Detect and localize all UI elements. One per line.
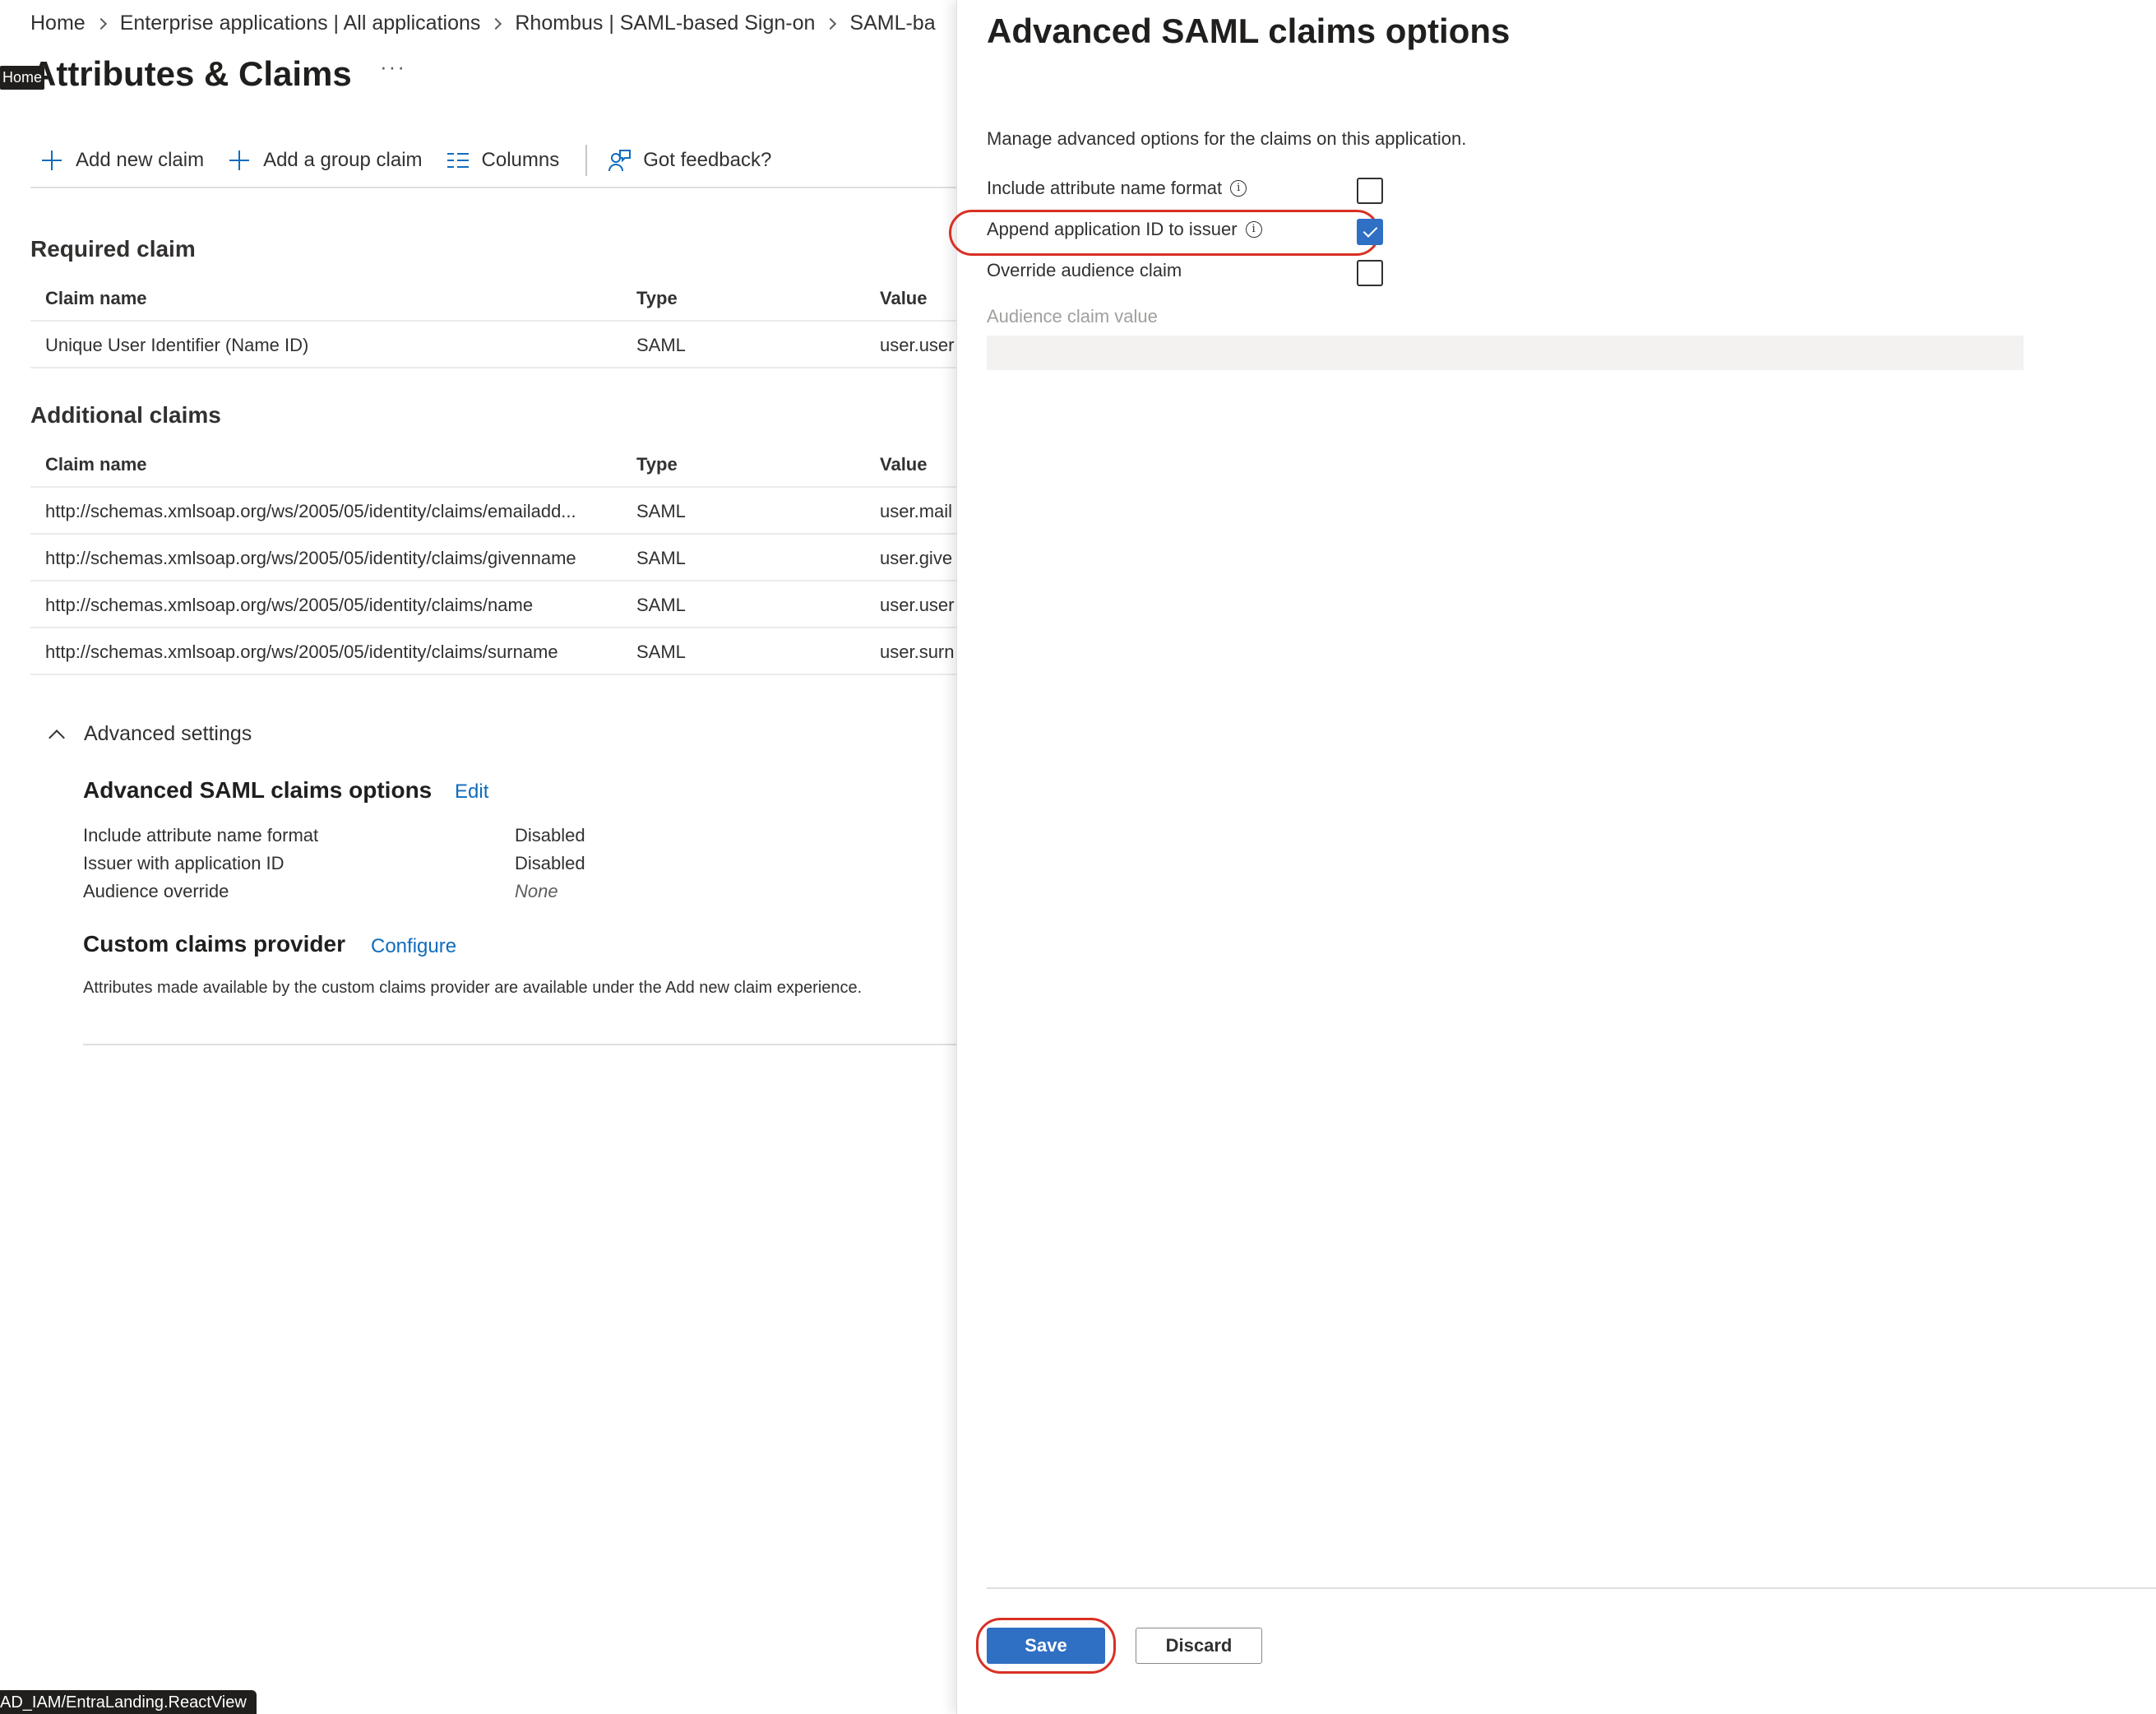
additional-claims-title: Additional claims bbox=[30, 402, 221, 428]
discard-button[interactable]: Discard bbox=[1136, 1628, 1262, 1664]
columns-label: Columns bbox=[481, 149, 560, 171]
additional-claims-table: Claim name Type Value http://schemas.xml… bbox=[30, 441, 956, 675]
toolbar-divider bbox=[585, 145, 588, 176]
option-label: Override audience claim bbox=[987, 260, 1182, 280]
breadcrumb-rhombus-sso[interactable]: Rhombus | SAML-based Sign-on bbox=[515, 12, 815, 35]
header-type[interactable]: Type bbox=[636, 275, 850, 322]
override-audience-claim-checkbox[interactable] bbox=[1357, 260, 1383, 286]
table-row[interactable]: Unique User Identifier (Name ID) SAML us… bbox=[30, 322, 956, 368]
audience-claim-value-label: Audience claim value bbox=[987, 306, 1158, 327]
got-feedback-label: Got feedback? bbox=[643, 149, 772, 171]
claim-name-cell: http://schemas.xmlsoap.org/ws/2005/05/id… bbox=[45, 548, 576, 568]
claim-value-cell: user.mail bbox=[880, 501, 953, 521]
add-group-claim-button[interactable]: Add a group claim bbox=[227, 148, 423, 173]
include-attribute-name-format-option: Include attribute name format i bbox=[987, 178, 1247, 199]
include-attribute-name-format-checkbox[interactable] bbox=[1357, 178, 1383, 204]
chevron-up-icon bbox=[49, 729, 65, 746]
setting-label: Audience override bbox=[83, 881, 229, 901]
audience-claim-value-input[interactable] bbox=[987, 336, 2024, 370]
claim-value-cell: user.give bbox=[880, 548, 953, 568]
claim-value-cell: user.surn bbox=[880, 642, 955, 662]
table-header: Claim name Type Value bbox=[30, 275, 956, 322]
advanced-settings-toggle[interactable]: Advanced settings bbox=[46, 722, 252, 746]
columns-button[interactable]: Columns bbox=[446, 148, 560, 173]
claim-type-cell: SAML bbox=[636, 335, 686, 355]
setting-label: Issuer with application ID bbox=[83, 853, 285, 873]
chevron-right-icon bbox=[825, 17, 837, 30]
configure-link[interactable]: Configure bbox=[371, 935, 456, 958]
add-new-claim-button[interactable]: Add new claim bbox=[39, 148, 204, 173]
info-icon[interactable]: i bbox=[1230, 180, 1247, 197]
got-feedback-button[interactable]: Got feedback? bbox=[607, 148, 771, 173]
table-row[interactable]: http://schemas.xmlsoap.org/ws/2005/05/id… bbox=[30, 628, 956, 675]
claim-name-cell: http://schemas.xmlsoap.org/ws/2005/05/id… bbox=[45, 642, 558, 662]
header-claim-name[interactable]: Claim name bbox=[45, 275, 621, 322]
table-header: Claim name Type Value bbox=[30, 441, 956, 488]
claim-type-cell: SAML bbox=[636, 642, 686, 662]
header-claim-name[interactable]: Claim name bbox=[45, 441, 621, 488]
append-application-id-option: Append application ID to issuer i bbox=[987, 219, 1262, 240]
table-row[interactable]: http://schemas.xmlsoap.org/ws/2005/05/id… bbox=[30, 581, 956, 628]
home-tooltip: Home bbox=[0, 66, 45, 90]
override-audience-claim-option: Override audience claim bbox=[987, 260, 1182, 281]
plus-icon bbox=[229, 151, 250, 170]
table-row[interactable]: http://schemas.xmlsoap.org/ws/2005/05/id… bbox=[30, 535, 956, 581]
claim-name-cell: Unique User Identifier (Name ID) bbox=[45, 335, 309, 355]
required-claim-table: Claim name Type Value Unique User Identi… bbox=[30, 275, 956, 368]
feedback-icon bbox=[608, 150, 632, 172]
claim-name-cell: http://schemas.xmlsoap.org/ws/2005/05/id… bbox=[45, 595, 534, 615]
header-type[interactable]: Type bbox=[636, 441, 850, 488]
edit-link[interactable]: Edit bbox=[455, 781, 488, 804]
status-bar-url: AD_IAM/EntraLanding.ReactView bbox=[0, 1690, 257, 1714]
claim-type-cell: SAML bbox=[636, 548, 686, 568]
setting-value: None bbox=[515, 881, 558, 901]
section-divider bbox=[83, 1044, 956, 1045]
breadcrumb-home[interactable]: Home bbox=[30, 12, 86, 35]
claim-type-cell: SAML bbox=[636, 595, 686, 615]
header-value[interactable]: Value bbox=[880, 275, 956, 322]
page-title: Attributes & Claims bbox=[31, 54, 352, 93]
breadcrumb-enterprise-apps[interactable]: Enterprise applications | All applicatio… bbox=[120, 12, 481, 35]
panel-title: Advanced SAML claims options bbox=[987, 12, 1511, 50]
breadcrumb-saml-based[interactable]: SAML-ba bbox=[849, 12, 935, 35]
claim-name-cell: http://schemas.xmlsoap.org/ws/2005/05/id… bbox=[45, 501, 576, 521]
panel-description: Manage advanced options for the claims o… bbox=[987, 128, 1467, 149]
save-button[interactable]: Save bbox=[987, 1628, 1105, 1664]
claim-type-cell: SAML bbox=[636, 501, 686, 521]
custom-claims-provider-title: Custom claims provider bbox=[83, 931, 345, 957]
footer-divider bbox=[987, 1587, 2156, 1589]
setting-label: Include attribute name format bbox=[83, 825, 319, 845]
attributes-claims-page: Home Enterprise applications | All appli… bbox=[0, 0, 956, 1714]
info-icon[interactable]: i bbox=[1245, 221, 1262, 238]
columns-icon bbox=[446, 153, 469, 168]
advanced-saml-options-title: Advanced SAML claims options bbox=[83, 777, 433, 803]
custom-claims-description: Attributes made available by the custom … bbox=[83, 979, 863, 997]
chevron-right-icon bbox=[95, 17, 107, 30]
setting-value: Disabled bbox=[515, 825, 585, 845]
advanced-saml-claims-panel: Advanced SAML claims options Manage adva… bbox=[949, 0, 2156, 1714]
advanced-settings-label: Advanced settings bbox=[84, 722, 252, 745]
header-value[interactable]: Value bbox=[880, 441, 956, 488]
table-row[interactable]: http://schemas.xmlsoap.org/ws/2005/05/id… bbox=[30, 488, 956, 535]
breadcrumb: Home Enterprise applications | All appli… bbox=[30, 12, 936, 35]
add-new-claim-label: Add new claim bbox=[76, 149, 205, 171]
append-application-id-checkbox[interactable] bbox=[1357, 219, 1383, 245]
toolbar-divider-line bbox=[30, 187, 956, 188]
add-group-claim-label: Add a group claim bbox=[263, 149, 423, 171]
command-bar: Add new claim Add a group claim Columns … bbox=[39, 145, 794, 176]
option-label: Include attribute name format bbox=[987, 178, 1223, 198]
required-claim-title: Required claim bbox=[30, 236, 196, 262]
setting-value: Disabled bbox=[515, 853, 585, 873]
claim-value-cell: user.user bbox=[880, 595, 955, 615]
plus-icon bbox=[42, 151, 62, 170]
claim-value-cell: user.user bbox=[880, 335, 955, 355]
chevron-right-icon bbox=[490, 17, 502, 30]
more-options-icon[interactable]: ··· bbox=[380, 54, 406, 80]
option-label: Append application ID to issuer bbox=[987, 219, 1238, 239]
